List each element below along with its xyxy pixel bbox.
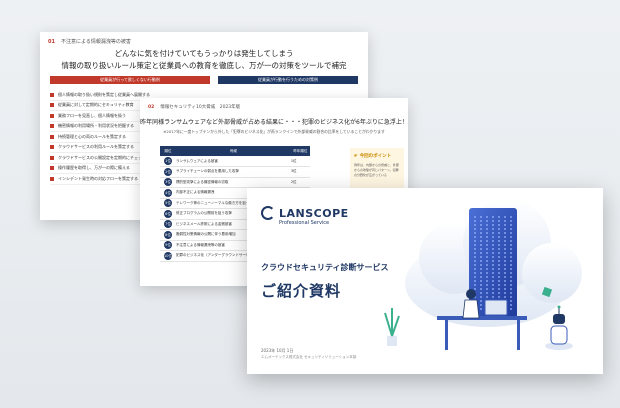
table-row: 2位 サプライチェーンの弱点を悪用した攻撃 3位 [160,166,310,178]
slide-header-text: 情報セキュリティ10大脅威 2023年版 [160,105,241,110]
bullet-icon [50,92,54,97]
cover-company: エムオーテックス株式会社 セキュリティソリューション本部 [261,355,357,359]
bullet-icon [50,155,54,160]
plant-icon [384,308,400,346]
slide-number: 01 [48,39,55,45]
slide-header: 01 不注意による情報漏洩等の被害 [48,38,131,45]
point-title: ☛ 今回のポイント [354,154,392,159]
bullet-icon [50,176,54,181]
bullet-icon [50,166,54,171]
column-header: 脅威 [176,146,291,156]
bullet-icon [50,103,54,108]
slide-subline: ※2017年に一度トップテンから外した「犯罪のビジネス化」が再ランクインで外部脅… [163,129,385,134]
cover-title: ご紹介資料 [261,282,342,300]
bullet-icon [50,134,54,139]
bar-right: 従業員が行動を行うための対策例 [218,76,358,84]
point-callout: ☛ 今回のポイント 例年は、内部からの脅威と、外部からの攻撃が同じパターン。犯罪… [350,148,404,190]
table-row: 3位 標的型攻撃による機密情報の窃取 2位 [160,177,310,188]
slide-header-text: 不注意による情報漏洩等の被害 [60,39,131,45]
bullet-icon [50,124,54,129]
slide-headline-1: どんなに気を付けていてもうっかりは発生してしまう [114,49,294,58]
cover-date: 2023年 10月 1日 [261,348,294,353]
robot-figure-icon [545,305,573,350]
table-row: 1位 ランサムウェアによる被害 1位 [160,156,310,167]
logo-text: LANSCOPE [279,206,349,220]
slide-number: 02 [148,105,155,110]
slide-headline-2: 情報の取り扱いルール策定と従業員への教育を徹底し、万が一の対策をツールで補完 [61,61,347,70]
slide-thumbnail-cover: LANSCOPE Professional Service クラウドセキュリティ… [247,188,603,374]
point-body: 例年は、内部からの脅威と、外部からの攻撃が同じパターン。犯罪の分野化が広がってい… [354,163,399,177]
bullet-icon [50,145,54,150]
bullet-icon [50,113,54,118]
slide-header: 02 情報セキュリティ10大脅威 2023年版 [148,104,240,110]
logo-subtitle: Professional Service [279,220,330,226]
logo-mark-icon [261,206,275,220]
bar-left: 従業員が行って欲しくない行動例 [50,76,210,84]
column-header: 昨年順位 [290,146,310,156]
column-header: 順位 [160,146,176,156]
cloud-server-illustration [384,199,582,350]
lanscope-logo: LANSCOPE [261,206,349,220]
pointing-hand-icon: ☛ [354,154,359,159]
slide-headline: 昨年同様ランサムウェアなど外部脅威が占める結果に・・・犯罪のビジネス化が6年ぶり… [140,119,408,126]
